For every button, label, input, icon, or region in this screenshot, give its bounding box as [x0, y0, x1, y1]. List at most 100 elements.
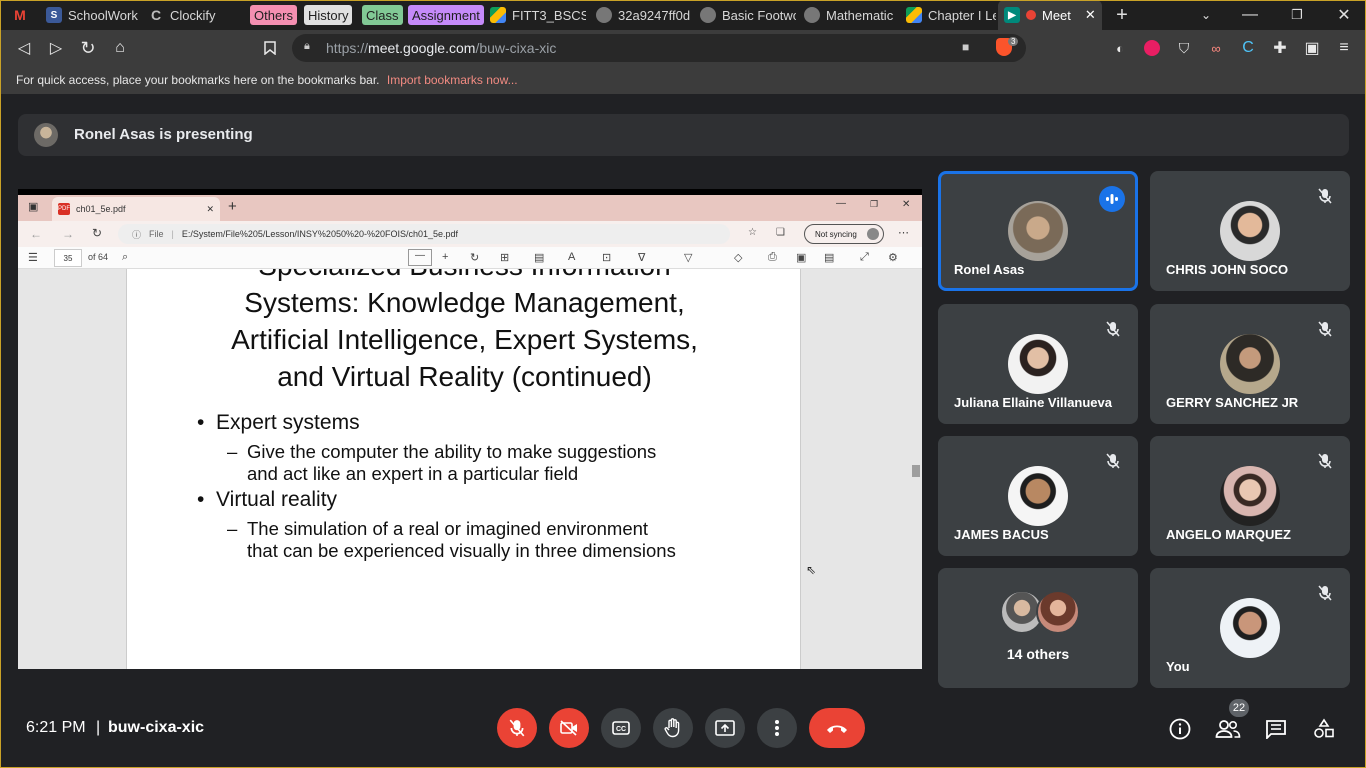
people-button[interactable] — [1215, 716, 1241, 742]
restore-icon[interactable]: ❐ — [1277, 0, 1317, 30]
tab-group-history[interactable]: History — [304, 5, 353, 25]
page-number-field: 35 — [54, 249, 82, 267]
read-aloud-icon: A — [568, 251, 576, 263]
ublock-icon[interactable]: ⛉ — [1172, 36, 1196, 60]
participant-tile-juliana[interactable]: Juliana Ellaine Villanueva — [938, 304, 1138, 424]
tab-group-others[interactable]: Others — [250, 5, 298, 25]
pdf-scrollbar — [912, 269, 920, 669]
tab-clockify[interactable]: C Clockify — [142, 0, 242, 30]
reload-icon: ↻ — [92, 226, 103, 240]
pdf-tab-label: ch01_5e.pdf — [76, 204, 126, 214]
tab-label: FITT3_BSCS2 — [512, 7, 586, 23]
restore-icon: ❐ — [870, 199, 879, 209]
toggle-camera-button[interactable] — [549, 708, 589, 748]
menu-icon[interactable]: ≡ — [1332, 36, 1356, 60]
extension-1-icon[interactable]: ◐ — [1108, 36, 1132, 60]
participant-tile-ronel-asas[interactable]: Ronel Asas — [938, 171, 1138, 291]
participant-tile-james-bacus[interactable]: JAMES BACUS — [938, 436, 1138, 556]
avatar — [1008, 334, 1068, 394]
forward-icon[interactable]: ▷ — [44, 36, 68, 60]
slide-title-line: Systems: Knowledge Management, — [244, 287, 685, 318]
chat-icon — [1266, 720, 1286, 739]
participant-name: Juliana Ellaine Villanueva — [954, 395, 1112, 410]
extension-4-icon[interactable]: C — [1236, 36, 1260, 60]
avatar — [1008, 201, 1068, 261]
participant-tile-angelo-marquez[interactable]: ANGELO MARQUEZ — [1150, 436, 1350, 556]
home-icon[interactable]: ⌂ — [108, 36, 132, 60]
print-icon: ⎙ — [768, 251, 777, 263]
participant-tile-gerry-sanchez[interactable]: GERRY SANCHEZ JR — [1150, 304, 1350, 424]
tab-group-class[interactable]: Class — [362, 5, 403, 25]
activities-button[interactable] — [1311, 716, 1337, 742]
tab-gmail[interactable]: M — [6, 0, 36, 30]
tab-meet[interactable]: ▶ Meet ✕ — [998, 0, 1102, 30]
raise-hand-button[interactable] — [653, 708, 693, 748]
participant-tile-you[interactable]: You — [1150, 568, 1350, 688]
settings-icon: ⚙ — [888, 252, 898, 264]
reload-icon[interactable]: ↻ — [76, 36, 100, 60]
tab-basic-footwork[interactable]: Basic Footwo — [694, 0, 796, 30]
participant-name: GERRY SANCHEZ JR — [1166, 395, 1299, 410]
close-tab-icon[interactable]: ✕ — [1085, 7, 1096, 23]
chat-button[interactable] — [1263, 716, 1289, 742]
tab-search-icon[interactable]: ⌄ — [1186, 0, 1226, 30]
toggle-mic-button[interactable] — [497, 708, 537, 748]
close-window-icon[interactable]: ✕ — [1324, 0, 1364, 30]
bullet-expert-systems: • Expert systems — [197, 411, 360, 434]
lock-icon: 🔒︎ — [304, 40, 310, 52]
tab-actions-icon: ▣ — [28, 201, 39, 213]
avatar — [1220, 466, 1280, 526]
edge-tab-strip: ▣ PDF ch01_5e.pdf ✕ + — ❐ ✕ — [18, 195, 922, 221]
sidebar-icon[interactable]: ▣ — [1300, 36, 1324, 60]
drive-icon — [906, 7, 922, 23]
meeting-controls-bar: 6:21 PM | buw-cixa-xic CC — [0, 690, 1366, 768]
participant-tile-others[interactable]: 14 others — [938, 568, 1138, 688]
bookmark-icon[interactable] — [258, 36, 282, 60]
file-path: E:/System/File%205/Lesson/INSY%2050%20-%… — [181, 229, 459, 239]
slide-title-line: and Virtual Reality (continued) — [277, 361, 652, 392]
presenting-text: Ronel Asas is presenting — [74, 126, 253, 143]
more-options-button[interactable] — [757, 708, 797, 748]
text-icon: ⊡ — [602, 252, 612, 264]
tab-32a9247[interactable]: 32a9247ff0d — [590, 0, 690, 30]
participant-name: CHRIS JOHN SOCO — [1166, 262, 1289, 277]
new-tab-icon: + — [228, 198, 237, 215]
tab-group-assignment[interactable]: Assignment — [408, 5, 484, 25]
highlight-icon: ▽ — [684, 252, 693, 264]
zoom-out-icon: — — [408, 249, 432, 266]
participant-name: You — [1166, 659, 1190, 674]
captions-button[interactable]: CC — [601, 708, 641, 748]
tab-schoolworks[interactable]: S SchoolWorks — [40, 0, 138, 30]
not-syncing-button: Not syncing — [804, 224, 884, 244]
avatar — [1008, 466, 1068, 526]
meeting-details-button[interactable] — [1167, 716, 1193, 742]
camera-icon[interactable]: ■ — [962, 40, 969, 54]
address-bar[interactable]: 🔒︎ https://meet.google.com/buw-cixa-xic … — [292, 34, 1026, 62]
info-icon: ⓘ — [132, 229, 142, 240]
tab-fitt3[interactable]: FITT3_BSCS2 — [484, 0, 586, 30]
schoolworks-icon: S — [46, 7, 62, 23]
tab-chapter[interactable]: Chapter I Le — [900, 0, 996, 30]
bullet-text: Expert systems — [216, 411, 360, 434]
tab-mathematics[interactable]: Mathematic — [798, 0, 898, 30]
mouse-cursor-icon: ⇖ — [806, 563, 817, 577]
participant-tile-chris-john-soco[interactable]: CHRIS JOHN SOCO — [1150, 171, 1350, 291]
back-icon[interactable]: ◁ — [12, 36, 36, 60]
extension-2-icon[interactable] — [1140, 36, 1164, 60]
leave-call-button[interactable] — [809, 708, 865, 748]
mic-off-icon — [1312, 316, 1338, 342]
minimize-icon[interactable]: — — [1230, 0, 1270, 30]
mic-off-icon — [1312, 183, 1338, 209]
extension-3-icon[interactable]: ∞ — [1204, 36, 1228, 60]
new-tab-icon[interactable]: + — [1102, 0, 1142, 30]
mic-off-icon — [1100, 316, 1126, 342]
import-bookmarks-link[interactable]: Import bookmarks now... — [387, 73, 518, 87]
present-now-button[interactable] — [705, 708, 745, 748]
camera-off-icon — [560, 720, 577, 736]
shared-screen: ▣ PDF ch01_5e.pdf ✕ + — ❐ ✕ ← → ↻ ⓘ File… — [18, 189, 922, 669]
divider: | — [96, 719, 101, 736]
extensions-puzzle-icon[interactable]: ✚ — [1268, 36, 1292, 60]
tab-label: Clockify — [170, 7, 216, 23]
close-icon: ✕ — [902, 199, 911, 210]
back-icon: ← — [30, 227, 42, 241]
